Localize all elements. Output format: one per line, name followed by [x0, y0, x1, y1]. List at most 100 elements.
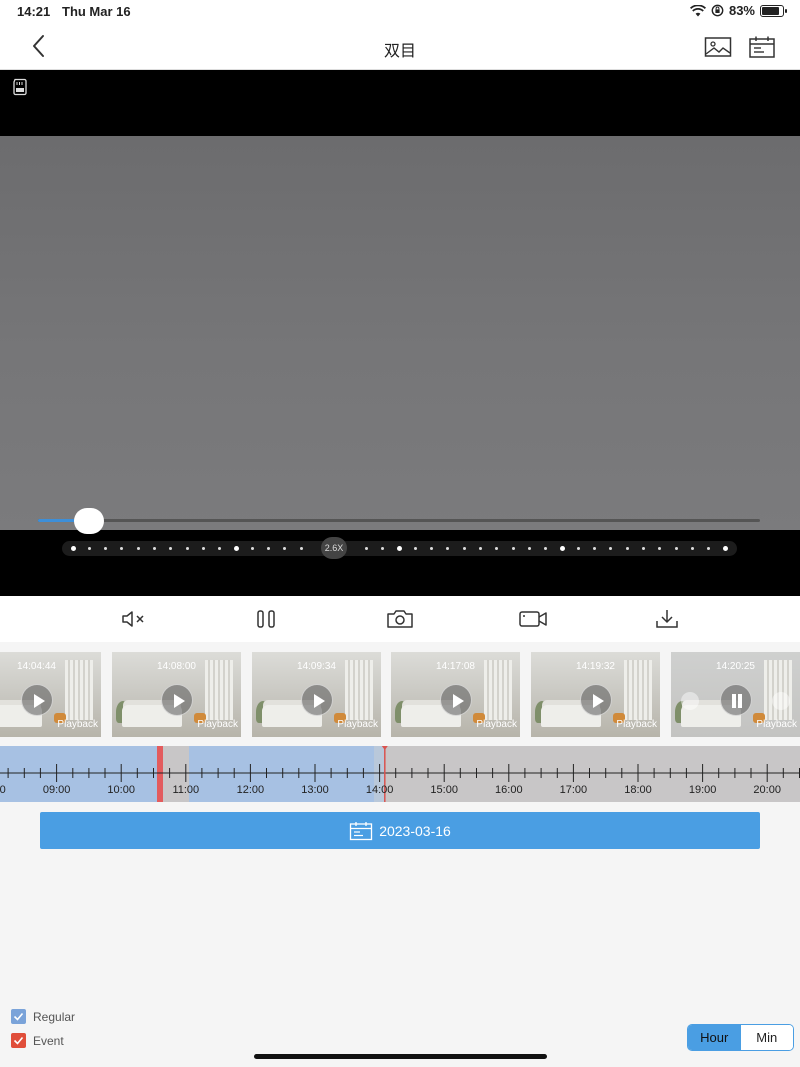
clip-time: 14:20:25 — [716, 661, 755, 672]
speed-step[interactable] — [413, 547, 417, 550]
speed-step[interactable] — [690, 547, 694, 550]
orientation-lock-icon — [711, 4, 724, 17]
timeline-hour-label: 08:00 — [0, 784, 6, 796]
clip-play-icon[interactable] — [579, 684, 612, 716]
speed-step[interactable] — [495, 547, 499, 550]
download-icon[interactable] — [652, 607, 682, 631]
playback-progress-track[interactable] — [38, 519, 760, 522]
speed-step[interactable] — [576, 547, 580, 550]
date-picker-button[interactable]: 2023-03-16 — [40, 812, 760, 849]
speed-step[interactable] — [104, 547, 108, 550]
speed-step[interactable] — [642, 547, 645, 550]
timeline-hour-label: 17:00 — [559, 784, 588, 796]
battery-icon — [760, 4, 787, 17]
calendar-icon[interactable] — [748, 35, 776, 59]
rewind-icon[interactable] — [681, 692, 699, 710]
speed-step[interactable] — [250, 547, 254, 550]
speed-step[interactable] — [185, 547, 189, 550]
speed-step[interactable] — [70, 546, 76, 551]
speed-step[interactable] — [120, 547, 124, 550]
hour-toggle-button[interactable]: Hour — [688, 1025, 741, 1050]
video-player[interactable]: 2.6X — [0, 70, 800, 596]
min-toggle-button[interactable]: Min — [740, 1025, 793, 1050]
speed-step[interactable] — [218, 547, 222, 550]
speed-step[interactable] — [707, 547, 711, 550]
speed-step[interactable] — [283, 547, 287, 550]
speed-step[interactable] — [527, 547, 531, 550]
speed-step[interactable] — [462, 547, 466, 550]
speed-step[interactable] — [233, 546, 239, 551]
date-label: 2023-03-16 — [379, 822, 451, 839]
speed-step[interactable] — [87, 547, 91, 550]
speed-step[interactable] — [479, 547, 482, 550]
speed-selector[interactable]: 2.6X — [62, 537, 737, 559]
zoom-toggle[interactable]: Hour Min — [687, 1024, 794, 1051]
speed-step[interactable] — [544, 547, 548, 550]
legend-event: Event — [11, 1033, 64, 1048]
speed-step[interactable] — [446, 547, 450, 550]
timeline-hour-label: 14:00 — [365, 784, 394, 796]
clip-thumbnail[interactable]: 14:04:44 Playback — [0, 652, 101, 737]
pause-icon[interactable] — [252, 607, 282, 631]
speed-step[interactable] — [136, 547, 140, 550]
speed-step[interactable] — [674, 547, 678, 550]
speed-step[interactable] — [593, 547, 597, 550]
status-indicators: 83% — [689, 3, 787, 18]
status-bar: 14:21 Thu Mar 16 83% — [0, 0, 800, 22]
speed-step[interactable] — [381, 547, 385, 550]
clip-label: Playback — [197, 719, 238, 730]
speed-step[interactable] — [299, 547, 303, 550]
legend-event-label: Event — [33, 1033, 64, 1048]
speed-step[interactable] — [609, 547, 613, 550]
clip-time: 14:17:08 — [436, 661, 475, 672]
clip-play-icon[interactable] — [439, 684, 472, 716]
clip-time: 14:19:32 — [576, 661, 615, 672]
page-title: 双目 — [383, 43, 416, 60]
clip-time: 14:09:34 — [297, 661, 336, 672]
snapshot-icon[interactable] — [385, 607, 415, 631]
control-bar — [0, 596, 800, 642]
speed-step[interactable] — [153, 547, 156, 550]
speed-step[interactable] — [169, 547, 173, 550]
timeline-hour-label: 16:00 — [495, 784, 523, 796]
speed-step[interactable] — [430, 547, 434, 550]
speed-step[interactable] — [722, 546, 728, 551]
calendar-icon — [350, 821, 373, 840]
clip-label: Playback — [57, 719, 98, 730]
clip-thumbnail[interactable]: 14:08:00 Playback — [112, 652, 241, 737]
timeline-hour-label: 15:00 — [430, 784, 458, 796]
clip-thumbnail[interactable]: 14:20:25 Playback — [671, 652, 800, 737]
speed-step[interactable] — [267, 547, 271, 550]
status-date: Thu Mar 16 — [62, 4, 131, 19]
clip-thumbnail[interactable]: 14:19:32 Playback — [531, 652, 660, 737]
clip-label: Playback — [476, 719, 517, 730]
timeline-hour-label: 19:00 — [688, 784, 717, 796]
gallery-icon[interactable] — [704, 35, 732, 59]
clip-thumbnail-strip[interactable]: 14:04:44 Playback 14:08:00 Playback 14:09:34… — [0, 648, 800, 740]
speed-step[interactable] — [559, 546, 565, 551]
clip-play-icon[interactable] — [300, 684, 333, 716]
timeline-hour-label: 10:00 — [107, 784, 135, 796]
clip-play-icon[interactable] — [20, 684, 53, 716]
timeline-hour-label: 20:00 — [753, 784, 781, 796]
clip-thumbnail[interactable]: 14:17:08 Playback — [391, 652, 520, 737]
speed-step[interactable] — [201, 547, 205, 550]
speed-badge[interactable]: 2.6X — [321, 537, 347, 559]
playback-progress-thumb[interactable] — [74, 508, 104, 534]
fast-forward-icon[interactable] — [772, 692, 790, 710]
speed-step[interactable] — [658, 547, 662, 550]
navigation-bar: 双目 — [0, 22, 800, 70]
clip-thumbnail[interactable]: 14:09:34 Playback — [252, 652, 381, 737]
clip-pause-icon[interactable] — [719, 684, 752, 716]
clip-label: Playback — [337, 719, 378, 730]
speed-step[interactable] — [625, 547, 629, 550]
speed-step[interactable] — [364, 547, 368, 550]
timeline[interactable]: 08:00 09:00 10:00 11:00 12:00 13:00 14:00 15:00… — [0, 746, 800, 802]
mute-icon[interactable] — [119, 607, 149, 631]
speed-step[interactable] — [396, 546, 402, 551]
sd-card-icon — [13, 78, 27, 96]
record-icon[interactable] — [518, 607, 548, 631]
speed-step[interactable] — [511, 547, 515, 550]
timeline-hour-label: 09:00 — [42, 784, 71, 796]
clip-play-icon[interactable] — [160, 684, 193, 716]
